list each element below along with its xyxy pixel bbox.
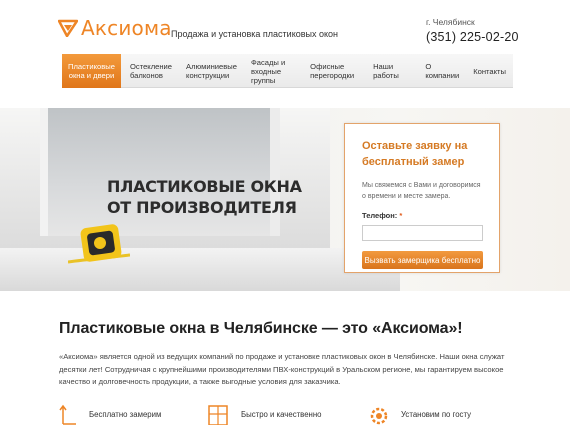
intro-text: «Аксиома» является одной из ведущих комп… [59, 352, 505, 386]
hero-title: ПЛАСТИКОВЫЕ ОКНА ОТ ПРОИЗВОДИТЕЛЯ [107, 177, 302, 217]
request-measurer-button[interactable]: Вызвать замерщика бесплатно [362, 251, 483, 269]
feature-fast-quality: Быстро и качественно [207, 404, 322, 425]
gear-certificate-icon [370, 407, 388, 425]
tagline: Продажа и установка пластиковых окон [171, 29, 339, 39]
header-phone[interactable]: (351) 225-02-20 [426, 30, 519, 44]
feature-gost-install: Установим по госту [369, 404, 471, 425]
feature-free-measure: Бесплатно замерим [59, 404, 161, 425]
nav-item-about[interactable]: О компании [418, 54, 466, 88]
nav-item-our-works[interactable]: Наши работы [361, 54, 418, 88]
measure-request-form: Оставьте заявку на бесплатный замер Мы с… [344, 123, 500, 273]
hero-windowsill [0, 248, 400, 291]
logo-text: Аксиома [81, 16, 172, 40]
header: Аксиома Продажа и установка пластиковых … [0, 0, 570, 55]
main-nav: Пластиковые окна и двери Остекление балкон… [62, 54, 513, 88]
phone-label: Телефон: * [362, 211, 403, 220]
window-icon [208, 405, 228, 425]
tape-measure-image [68, 224, 130, 264]
ruler-arrow-icon [59, 404, 76, 425]
page-title: Пластиковые окна в Челябинске — это «Акс… [59, 320, 463, 337]
features-row: Бесплатно замерим Быстро и качественно У… [59, 404, 529, 425]
logo-triangle-icon [58, 19, 78, 37]
city-label: г. Челябинск [426, 17, 475, 27]
phone-input[interactable] [362, 225, 483, 241]
nav-item-aluminum[interactable]: Алюминиевые конструкции [179, 54, 244, 88]
nav-item-contacts[interactable]: Контакты [466, 54, 513, 88]
form-description: Мы свяжемся с Вами и договоримся о време… [362, 182, 481, 200]
logo[interactable]: Аксиома [58, 16, 172, 40]
nav-item-balconies[interactable]: Остекление балконов [121, 54, 179, 88]
required-mark: * [399, 211, 403, 220]
nav-item-partitions[interactable]: Офисные перегородки [303, 54, 361, 88]
nav-item-facades[interactable]: Фасады и входные группы [244, 54, 303, 88]
form-title: Оставьте заявку на бесплатный замер [362, 140, 468, 168]
nav-item-windows-doors[interactable]: Пластиковые окна и двери [62, 54, 121, 88]
